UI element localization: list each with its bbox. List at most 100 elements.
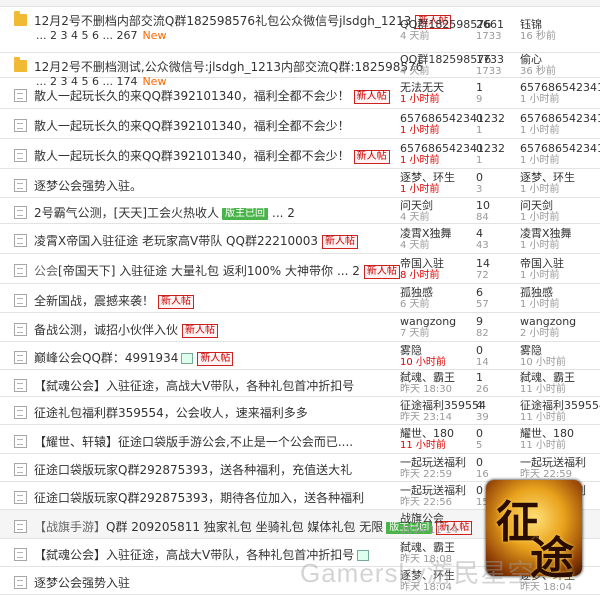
table-row[interactable]: 【耀世、轩辕】征途口袋版手游公会,不止是一个公会而已.... 耀世、180 11 小… (0, 425, 600, 454)
thread-author[interactable]: 657686542341232 1 小时前 (400, 113, 505, 137)
table-row[interactable]: 2号霸气公测，[天天]工会火热收人 版主已回... 2 问天剑 4 天前 10 84 问天剑… (0, 198, 600, 224)
last-post-user[interactable]: 弑魂、霸王 (520, 372, 575, 384)
thread-title-link[interactable]: 征途礼包福利群359554，公会收人，速来福利多多 (34, 406, 308, 420)
author-name[interactable]: 问天剑 (400, 200, 433, 212)
thread-title-link[interactable]: 2号霸气公测，[天天]工会火热收人 (34, 206, 219, 220)
last-post[interactable]: 一起玩送福利 昨天 22:59 (520, 457, 586, 481)
table-row[interactable]: 【弑魂公会】入驻征途，高战大V带队，各种礼包首冲折扣号 弑魂、霸王 昨天 18:30… (0, 370, 600, 397)
last-post[interactable]: 6576865423412321 小时前 (520, 143, 600, 167)
thread-title-link[interactable]: 【弑魂公会】入驻征途，高战大V带队，各种礼包首冲折扣号 (34, 379, 354, 393)
thread-author[interactable]: 凌霄X独舞 4 天前 (400, 228, 452, 252)
thread-title-link[interactable]: 散人一起玩长久的来QQ群392101340，福利全都不会少！ (34, 89, 350, 103)
thread-pages[interactable]: ... 2 (337, 264, 360, 278)
thread-title-link[interactable]: 备战公测，诚招小伙伴入伙 (34, 323, 178, 337)
thread-title-link[interactable]: 12月2号不删档内部交流Q群182598576礼包公众微信号jlsdgh_121… (34, 14, 411, 28)
thread-title-link[interactable]: 逐梦公会强势入驻 (34, 576, 130, 590)
author-name[interactable]: 雾隐 (400, 345, 446, 357)
thread-author[interactable]: 战旗公会 2014-11-14 (400, 513, 458, 537)
table-row[interactable]: 凌霄X帝国入驻征途 老玩家高V带队 QQ群22210003 新人帖 凌霄X独舞 4 天… (0, 224, 600, 254)
table-row[interactable]: 公会[帝国天下] 入驻征途 大量礼包 返利100% 大神带你... 2 新人帖 帝国… (0, 254, 600, 284)
thread-author[interactable]: 雾隐 10 小时前 (400, 345, 446, 369)
thread-pagination[interactable]: ... 2 3 4 5 6 ... 267 New (36, 29, 166, 42)
table-row[interactable]: 逐梦公会强势入驻。 逐梦、环生 1 小时前 0 3 逐梦、环生 1 小时前 (0, 169, 600, 198)
last-post[interactable]: 弑魂、霸王 11 小时前 (520, 372, 575, 396)
thread-author[interactable]: 耀世、180 11 小时前 (400, 428, 454, 452)
thread-author[interactable]: 一起玩送福利 昨天 22:59 (400, 457, 466, 481)
last-post-user[interactable]: 凌霄X独舞 (520, 228, 572, 240)
last-post-user[interactable]: 耀世、180 (520, 428, 574, 440)
last-post-user[interactable]: 雾隐 (520, 345, 566, 357)
thread-title[interactable]: 12月2号不删档内部交流Q群182598576礼包公众微信号jlsdgh_121… (34, 12, 452, 29)
last-post[interactable]: 6576865423412321 小时前 (520, 113, 600, 137)
author-name[interactable]: 一起玩送福利 (400, 485, 466, 497)
thread-author[interactable]: 孤独感 6 天前 (400, 287, 433, 311)
author-name[interactable]: wangzong (400, 316, 456, 328)
last-post-user[interactable]: 孤独感 (520, 287, 560, 299)
last-post-user[interactable]: 一起玩送福利 (520, 457, 586, 469)
thread-title[interactable]: 征途礼包福利群359554，公会收人，速来福利多多 (34, 404, 308, 421)
last-post-user[interactable]: 征途福利359554 (520, 400, 600, 412)
thread-title-link[interactable]: 全新国战，震撼来袭！ (34, 294, 154, 308)
table-row[interactable]: 巅峰公会QQ群：4991934 新人帖 雾隐 10 小时前 0 14 雾隐 10 小时前 (0, 342, 600, 370)
last-post-user[interactable]: 问天剑 (520, 200, 560, 212)
table-row[interactable]: 征途口袋版玩家Q群292875393，送各种福利，充值送大礼 一起玩送福利 昨天 2… (0, 454, 600, 482)
last-post[interactable]: wangzong 2 小时前 (520, 316, 576, 340)
thread-author[interactable]: 657686542341232 1 小时前 (400, 143, 505, 167)
thread-title[interactable]: 凌霄X帝国入驻征途 老玩家高V带队 QQ群22210003 新人帖 (34, 232, 359, 249)
thread-title-link[interactable]: [帝国天下] 入驻征途 大量礼包 返利100% 大神带你 (58, 264, 333, 278)
thread-title-link[interactable]: 征途口袋版玩家Q群292875393，送各种福利，充值送大礼 (34, 463, 352, 477)
last-post-user[interactable]: 657686542341232 (520, 82, 600, 94)
table-row[interactable]: 全新国战，震撼来袭！ 新人帖 孤独感 6 天前 6 57 孤独感 1 小时前 (0, 284, 600, 313)
thread-title[interactable]: 2号霸气公测，[天天]工会火热收人 版主已回 ... 2 (34, 204, 295, 221)
thread-author[interactable]: 无法无天 1 小时前 (400, 82, 444, 106)
last-post[interactable]: 征途福利359554 11 小时前 (520, 400, 600, 424)
thread-author[interactable]: 一起玩送福利 昨天 22:56 (400, 485, 466, 509)
thread-title-link[interactable]: 12月2号不删档测试,公众微信号:jlsdgh_1213内部交流Q群:18259… (34, 60, 423, 74)
thread-title-link[interactable]: 巅峰公会QQ群：4991934 (34, 351, 178, 365)
table-row[interactable]: 12月2号不删档内部交流Q群182598576礼包公众微信号jlsdgh_121… (0, 7, 600, 53)
last-post-user[interactable]: 逐梦、环生 (520, 172, 575, 184)
thread-title[interactable]: 逐梦公会强势入驻 (34, 574, 130, 591)
author-name[interactable]: 逐梦、环生 (400, 172, 455, 184)
last-post[interactable]: 孤独感 1 小时前 (520, 287, 560, 311)
table-row[interactable]: 12月2号不删档测试,公众微信号:jlsdgh_1213内部交流Q群:18259… (0, 53, 600, 88)
table-row[interactable]: 散人一起玩长久的来QQ群392101340，福利全都不会少！ 6576865423… (0, 109, 600, 139)
last-post[interactable]: 钰锦 16 秒前 (520, 19, 556, 43)
last-post-user[interactable]: 657686542341232 (520, 113, 600, 125)
thread-author[interactable]: 征途福利359554 昨天 23:14 (400, 400, 486, 424)
author-name[interactable]: 帝国入驻 (400, 258, 444, 270)
last-post[interactable]: 逐梦、环生 1 小时前 (520, 172, 575, 196)
table-row[interactable]: 散人一起玩长久的来QQ群392101340，福利全都不会少！ 新人帖 无法无天 1 小… (0, 78, 600, 109)
thread-author[interactable]: 问天剑 4 天前 (400, 200, 433, 224)
author-name[interactable]: 657686542341232 (400, 113, 505, 125)
thread-title[interactable]: 【弑魂公会】入驻征途，高战大V带队，各种礼包首冲折扣号 (34, 377, 354, 394)
author-name[interactable]: 弑魂、霸王 (400, 372, 455, 384)
last-post[interactable]: 雾隐 10 小时前 (520, 345, 566, 369)
table-row[interactable]: 散人一起玩长久的来QQ群392101340，福利全都不会少！ 新人帖 6576865… (0, 139, 600, 169)
thread-title-link[interactable]: Q群 209205811 独家礼包 坐骑礼包 媒体礼包 无限 (106, 520, 383, 534)
thread-title[interactable]: 散人一起玩长久的来QQ群392101340，福利全都不会少！ 新人帖 (34, 87, 390, 104)
thread-title[interactable]: 【耀世、轩辕】征途口袋版手游公会,不止是一个公会而已.... (34, 433, 353, 450)
author-name[interactable]: 一起玩送福利 (400, 457, 466, 469)
thread-title-link[interactable]: 散人一起玩长久的来QQ群392101340，福利全都不会少！ (34, 149, 350, 163)
last-post[interactable]: 凌霄X独舞 1 小时前 (520, 228, 572, 252)
thread-title[interactable]: 备战公测，诚招小伙伴入伙 新人帖 (34, 321, 219, 338)
last-post[interactable]: 耀世、180 11 小时前 (520, 428, 574, 452)
last-post[interactable]: 偷心 36 秒前 (520, 54, 556, 78)
thread-title-link[interactable]: 凌霄X帝国入驻征途 老玩家高V带队 QQ群22210003 (34, 234, 318, 248)
thread-title[interactable]: 巅峰公会QQ群：4991934 新人帖 (34, 349, 234, 366)
table-row[interactable]: 征途礼包福利群359554，公会收人，速来福利多多 征途福利359554 昨天 23… (0, 397, 600, 425)
author-name[interactable]: 无法无天 (400, 82, 444, 94)
last-post-user[interactable]: 偷心 (520, 54, 556, 66)
thread-pages[interactable]: ... 2 (272, 206, 295, 220)
author-name[interactable]: 657686542341232 (400, 143, 505, 155)
thread-title[interactable]: 散人一起玩长久的来QQ群392101340，福利全都不会少！ (34, 117, 350, 134)
thread-title[interactable]: 逐梦公会强势入驻。 (34, 177, 142, 194)
thread-title[interactable]: 全新国战，震撼来袭！ 新人帖 (34, 292, 195, 309)
thread-author[interactable]: wangzong 7 天前 (400, 316, 456, 340)
thread-title-link[interactable]: 征途口袋版玩家Q群292875393，期待各位加入，送各种福利 (34, 491, 364, 505)
author-name[interactable]: 征途福利359554 (400, 400, 486, 412)
last-post[interactable]: 问天剑 1 小时前 (520, 200, 560, 224)
thread-title[interactable]: 征途口袋版玩家Q群292875393，期待各位加入，送各种福利 (34, 489, 364, 506)
thread-title[interactable]: 散人一起玩长久的来QQ群392101340，福利全都不会少！ 新人帖 (34, 147, 390, 164)
